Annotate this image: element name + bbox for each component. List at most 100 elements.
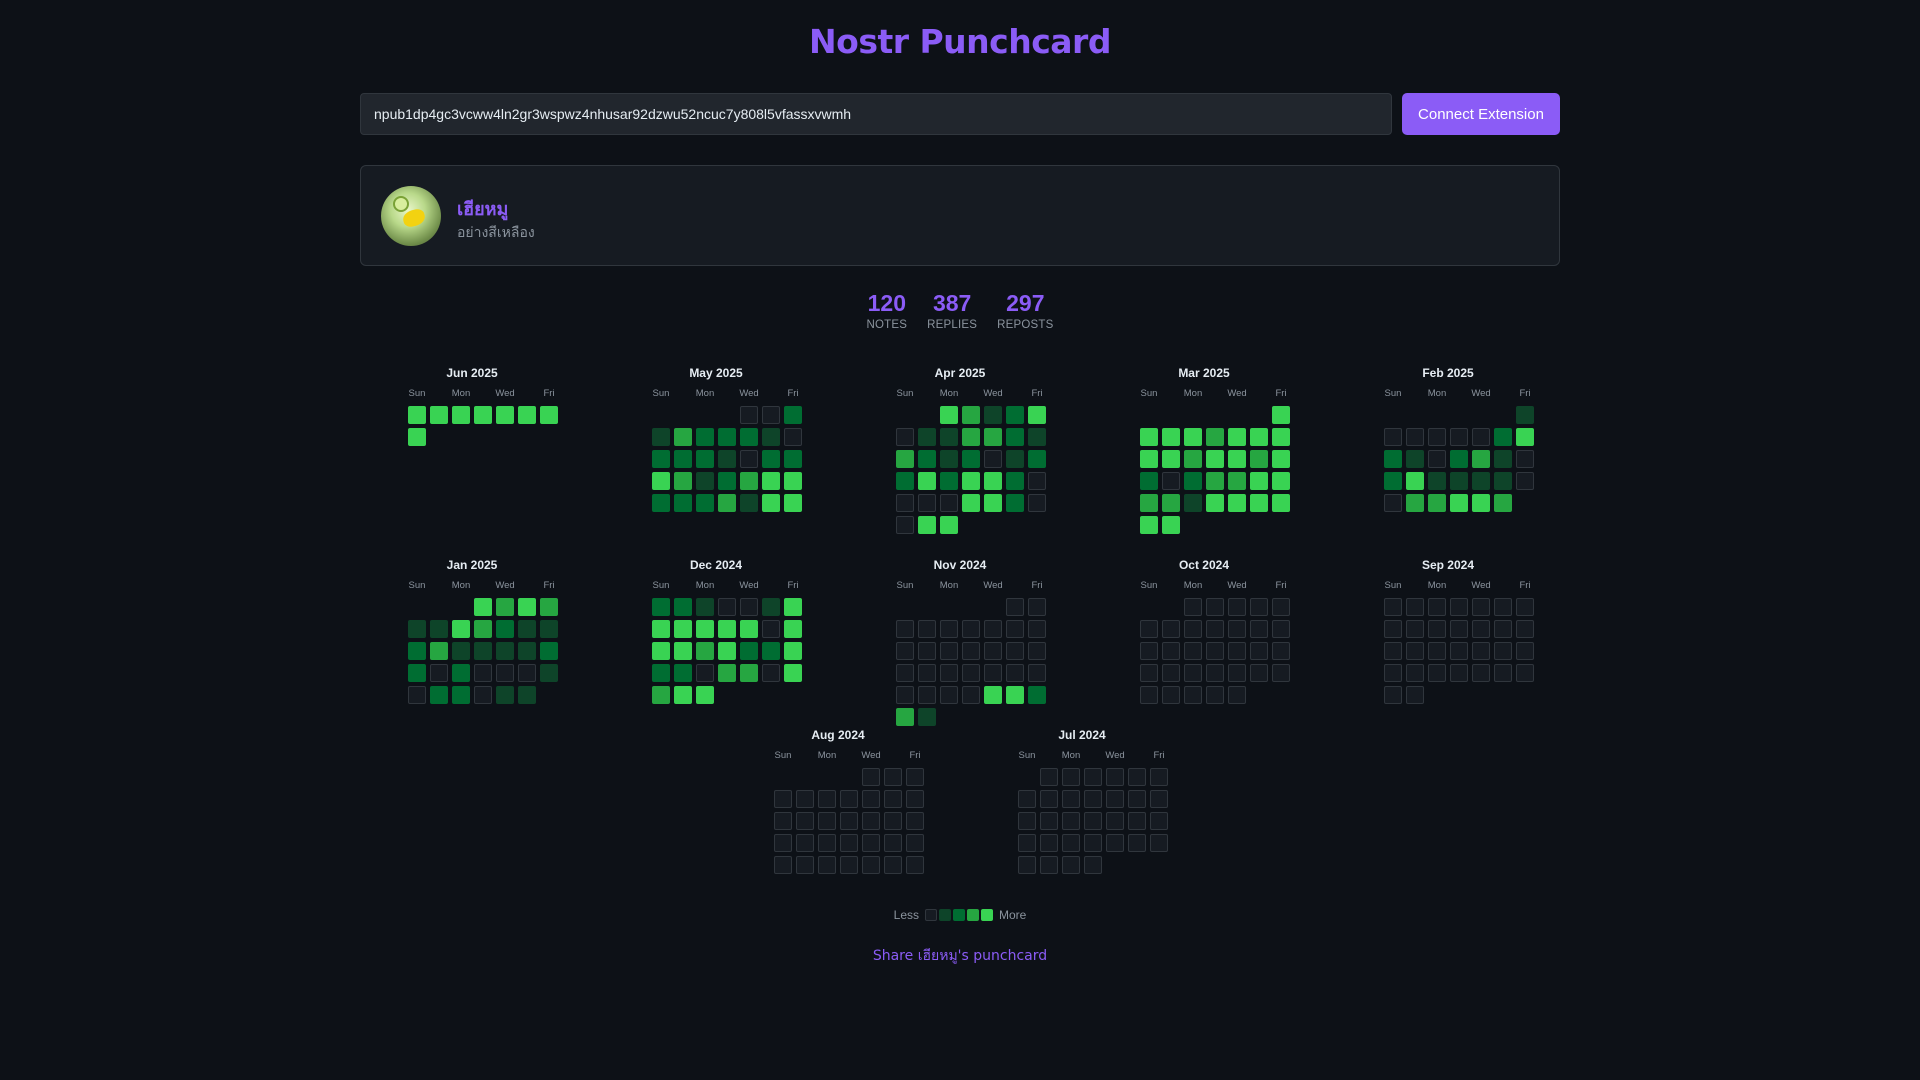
day-cell[interactable]	[452, 642, 470, 660]
day-cell[interactable]	[1272, 598, 1290, 616]
day-cell[interactable]	[1428, 642, 1446, 660]
day-cell[interactable]	[496, 686, 514, 704]
day-cell[interactable]	[652, 664, 670, 682]
day-cell[interactable]	[784, 620, 802, 638]
day-cell[interactable]	[1028, 494, 1046, 512]
day-cell[interactable]	[984, 620, 1002, 638]
day-cell[interactable]	[1150, 812, 1168, 830]
day-cell[interactable]	[984, 406, 1002, 424]
day-cell[interactable]	[1516, 620, 1534, 638]
day-cell[interactable]	[408, 406, 426, 424]
day-cell[interactable]	[762, 664, 780, 682]
day-cell[interactable]	[896, 472, 914, 490]
day-cell[interactable]	[474, 598, 492, 616]
day-cell[interactable]	[1516, 664, 1534, 682]
day-cell[interactable]	[1450, 494, 1468, 512]
day-cell[interactable]	[896, 450, 914, 468]
day-cell[interactable]	[796, 812, 814, 830]
day-cell[interactable]	[740, 598, 758, 616]
day-cell[interactable]	[1128, 834, 1146, 852]
day-cell[interactable]	[674, 494, 692, 512]
day-cell[interactable]	[918, 450, 936, 468]
day-cell[interactable]	[862, 834, 880, 852]
day-cell[interactable]	[1450, 450, 1468, 468]
day-cell[interactable]	[1128, 768, 1146, 786]
day-cell[interactable]	[430, 406, 448, 424]
day-cell[interactable]	[784, 642, 802, 660]
day-cell[interactable]	[784, 598, 802, 616]
day-cell[interactable]	[1428, 664, 1446, 682]
day-cell[interactable]	[740, 450, 758, 468]
day-cell[interactable]	[940, 428, 958, 446]
share-punchcard-link[interactable]: Share เฮียหมู's punchcard	[0, 945, 1920, 967]
day-cell[interactable]	[918, 708, 936, 726]
day-cell[interactable]	[1162, 620, 1180, 638]
day-cell[interactable]	[1406, 664, 1424, 682]
day-cell[interactable]	[774, 812, 792, 830]
day-cell[interactable]	[1018, 856, 1036, 874]
day-cell[interactable]	[784, 428, 802, 446]
day-cell[interactable]	[652, 472, 670, 490]
day-cell[interactable]	[1494, 642, 1512, 660]
day-cell[interactable]	[784, 472, 802, 490]
day-cell[interactable]	[652, 598, 670, 616]
day-cell[interactable]	[1206, 620, 1224, 638]
day-cell[interactable]	[1006, 428, 1024, 446]
day-cell[interactable]	[1472, 664, 1490, 682]
day-cell[interactable]	[718, 664, 736, 682]
day-cell[interactable]	[1272, 428, 1290, 446]
day-cell[interactable]	[796, 834, 814, 852]
day-cell[interactable]	[740, 428, 758, 446]
day-cell[interactable]	[762, 472, 780, 490]
day-cell[interactable]	[1140, 620, 1158, 638]
day-cell[interactable]	[918, 516, 936, 534]
day-cell[interactable]	[984, 664, 1002, 682]
day-cell[interactable]	[884, 834, 902, 852]
day-cell[interactable]	[1206, 642, 1224, 660]
day-cell[interactable]	[962, 620, 980, 638]
day-cell[interactable]	[1272, 642, 1290, 660]
day-cell[interactable]	[1106, 812, 1124, 830]
day-cell[interactable]	[718, 450, 736, 468]
day-cell[interactable]	[652, 450, 670, 468]
day-cell[interactable]	[1228, 494, 1246, 512]
day-cell[interactable]	[1140, 686, 1158, 704]
day-cell[interactable]	[1128, 812, 1146, 830]
day-cell[interactable]	[1106, 790, 1124, 808]
day-cell[interactable]	[674, 428, 692, 446]
day-cell[interactable]	[1140, 642, 1158, 660]
day-cell[interactable]	[918, 494, 936, 512]
day-cell[interactable]	[474, 642, 492, 660]
day-cell[interactable]	[1516, 598, 1534, 616]
day-cell[interactable]	[896, 664, 914, 682]
day-cell[interactable]	[1206, 428, 1224, 446]
day-cell[interactable]	[740, 620, 758, 638]
day-cell[interactable]	[452, 664, 470, 682]
day-cell[interactable]	[1250, 450, 1268, 468]
day-cell[interactable]	[962, 686, 980, 704]
day-cell[interactable]	[1040, 768, 1058, 786]
day-cell[interactable]	[862, 768, 880, 786]
day-cell[interactable]	[1006, 494, 1024, 512]
day-cell[interactable]	[862, 856, 880, 874]
day-cell[interactable]	[1162, 686, 1180, 704]
day-cell[interactable]	[740, 664, 758, 682]
day-cell[interactable]	[1206, 450, 1224, 468]
day-cell[interactable]	[1228, 686, 1246, 704]
day-cell[interactable]	[818, 856, 836, 874]
day-cell[interactable]	[1084, 834, 1102, 852]
day-cell[interactable]	[918, 664, 936, 682]
day-cell[interactable]	[696, 472, 714, 490]
day-cell[interactable]	[1450, 428, 1468, 446]
day-cell[interactable]	[906, 834, 924, 852]
day-cell[interactable]	[884, 812, 902, 830]
day-cell[interactable]	[884, 856, 902, 874]
day-cell[interactable]	[1062, 834, 1080, 852]
day-cell[interactable]	[518, 664, 536, 682]
day-cell[interactable]	[1384, 686, 1402, 704]
day-cell[interactable]	[962, 664, 980, 682]
day-cell[interactable]	[518, 620, 536, 638]
day-cell[interactable]	[1162, 472, 1180, 490]
day-cell[interactable]	[906, 856, 924, 874]
day-cell[interactable]	[452, 620, 470, 638]
